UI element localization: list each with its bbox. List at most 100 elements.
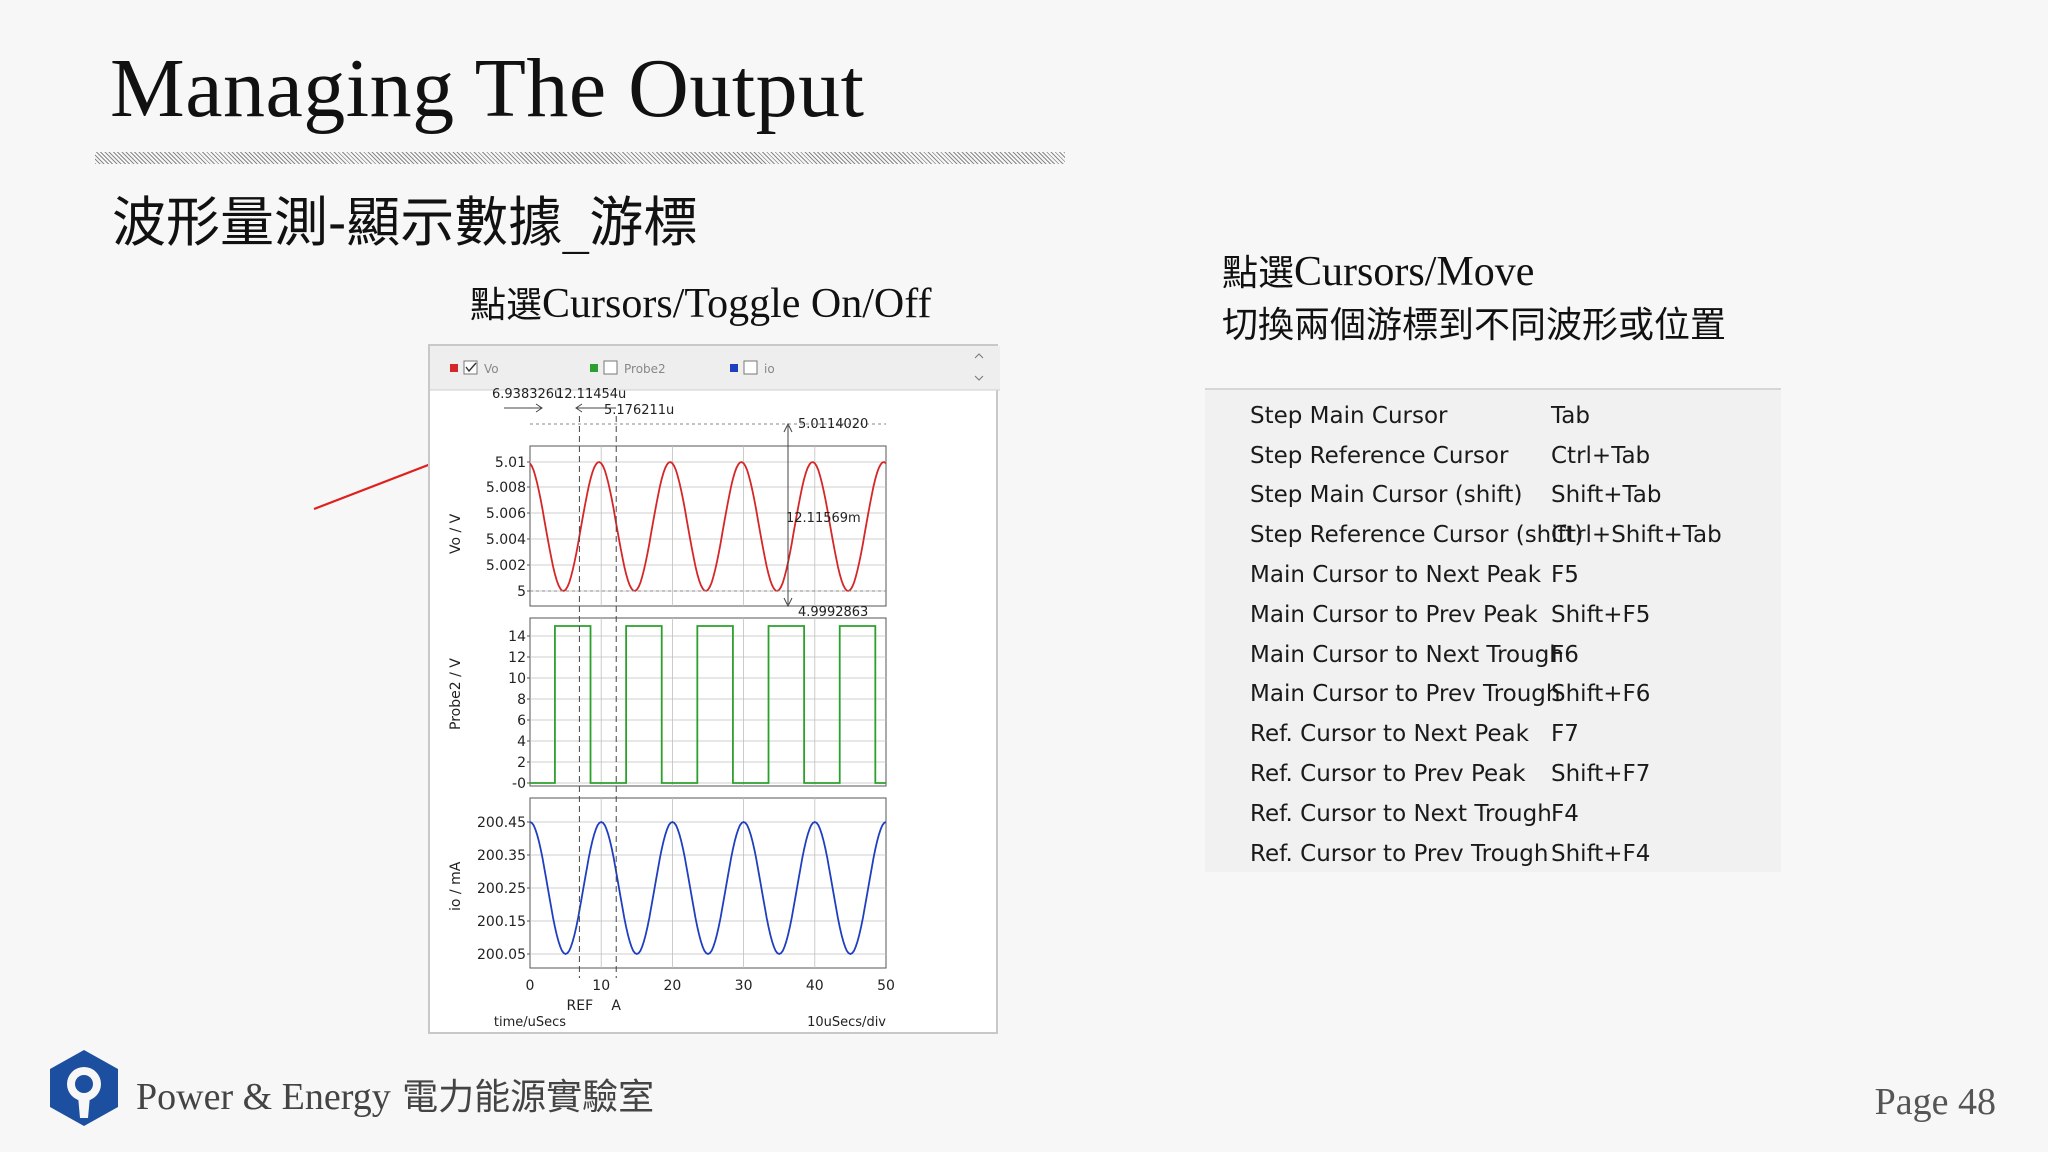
shortcut-row[interactable]: Ref. Cursor to Prev Trough Shift+F4 <box>1205 834 1781 874</box>
x-tick-label: 50 <box>877 978 895 994</box>
title-divider <box>95 152 1065 164</box>
caption-toggle: 點選Cursors/Toggle On/Off <box>470 276 931 328</box>
legend-swatch <box>730 364 738 372</box>
legend-swatch <box>450 364 458 372</box>
probe2-tick-label: 2 <box>517 755 526 771</box>
cursor-delta-y-readout: 12.11569m <box>786 511 861 526</box>
x-tick-label: 20 <box>663 978 681 994</box>
probe2-frame <box>529 617 887 787</box>
legend-label: Probe2 <box>624 362 666 376</box>
io-tick-label: 200.45 <box>477 815 526 831</box>
vo-tick-label: 5.01 <box>495 455 526 471</box>
caption-toggle-latin: Cursors/Toggle On/Off <box>542 281 932 327</box>
shortcut-key: F5 <box>1551 562 1579 589</box>
shortcut-key: Shift+Tab <box>1551 482 1662 509</box>
shortcut-key: F4 <box>1551 800 1579 827</box>
shortcut-action: Main Cursor to Next Peak <box>1250 562 1542 589</box>
caption-move-line2: 切換兩個游標到不同波形或位置 <box>1222 305 1727 346</box>
vo-tick-label: 5.006 <box>486 506 526 522</box>
probe2-waveform <box>530 625 886 784</box>
shortcut-action: Main Cursor to Next Trough <box>1250 641 1564 668</box>
shortcut-action: Main Cursor to Prev Trough <box>1250 681 1561 708</box>
legend-checkbox <box>603 360 618 375</box>
shortcut-row[interactable]: Step Reference Cursor Ctrl+Tab <box>1205 436 1781 476</box>
legend-checkbox <box>743 360 758 375</box>
waveform-plot: Vo Probe2 io 5.01 5.008 5.006 5.004 5.002 5 Vo / … <box>428 344 1000 1034</box>
shortcut-row[interactable]: Main Cursor to Prev Peak Shift+F5 <box>1205 595 1781 635</box>
lab-logo-icon <box>50 1050 118 1126</box>
shortcut-key: Shift+F7 <box>1551 761 1651 788</box>
x-tick-label: 10 <box>592 978 610 994</box>
vo-tick-label: 5.004 <box>486 532 526 548</box>
x-axis-label: time/uSecs <box>494 1015 566 1030</box>
shortcut-action: Step Reference Cursor <box>1250 442 1509 469</box>
vo-tick-label: 5.008 <box>486 480 526 496</box>
vo-tick-label: 5.002 <box>486 558 526 574</box>
slide-title: Managing The Output <box>110 42 865 135</box>
probe2-tick-label: 8 <box>517 692 526 708</box>
shortcut-table: Step Main Cursor Tab Step Reference Cursor… <box>1205 388 1781 872</box>
shortcut-action: Step Main Cursor <box>1250 402 1448 429</box>
page-number: Page 48 <box>1874 1081 1996 1123</box>
shortcut-action: Ref. Cursor to Prev Peak <box>1250 761 1526 788</box>
io-axis-label: io / mA <box>448 861 464 911</box>
probe2-tick-label: 12 <box>508 650 526 666</box>
shortcut-key: Tab <box>1551 402 1590 429</box>
shortcut-key: Ctrl+Tab <box>1551 442 1651 469</box>
shortcut-key: F7 <box>1551 721 1579 748</box>
shortcut-key: Shift+F6 <box>1551 681 1651 708</box>
shortcut-action: Ref. Cursor to Next Peak <box>1250 721 1529 748</box>
vo-axis-label: Vo / V <box>448 513 464 554</box>
x-tick-label: 40 <box>806 978 824 994</box>
caption-move-cjk: 點選 <box>1222 253 1295 294</box>
shortcut-row[interactable]: Step Main Cursor Tab <box>1205 396 1781 436</box>
caption-move-line1: 點選Cursors/Move <box>1222 246 1726 300</box>
probe2-axis-label: Probe2 / V <box>448 658 464 730</box>
shortcut-row[interactable]: Main Cursor to Prev Trough Shift+F6 <box>1205 675 1781 715</box>
caption-move-latin: Cursors/Move <box>1294 249 1535 295</box>
shortcut-action: Main Cursor to Prev Peak <box>1250 601 1538 628</box>
shortcut-key: Shift+F5 <box>1551 601 1651 628</box>
shortcut-key: Shift+F4 <box>1551 840 1651 867</box>
footer-cjk: 電力能源實驗室 <box>402 1077 655 1118</box>
shortcut-row[interactable]: Ref. Cursor to Prev Peak Shift+F7 <box>1205 754 1781 794</box>
x-ref-label: REF <box>567 998 594 1014</box>
vo-waveform <box>529 461 887 592</box>
shortcut-row[interactable]: Main Cursor to Next Trough F6 <box>1205 635 1781 675</box>
legend-label: io <box>764 362 775 376</box>
io-tick-label: 200.25 <box>477 881 526 897</box>
legend-bar <box>430 346 1000 390</box>
io-tick-label: 200.15 <box>477 914 526 930</box>
probe2-tick-label: -0 <box>512 776 526 792</box>
caption-move: 點選Cursors/Move 切換兩個游標到不同波形或位置 <box>1222 246 1726 352</box>
shortcut-row[interactable]: Step Main Cursor (shift) Shift+Tab <box>1205 476 1781 516</box>
shortcut-key: Ctrl+Shift+Tab <box>1551 522 1722 549</box>
shortcut-action: Ref. Cursor to Next Trough <box>1250 800 1552 827</box>
probe2-tick-label: 6 <box>517 713 526 729</box>
io-tick-label: 200.35 <box>477 848 526 864</box>
shortcut-action: Ref. Cursor to Prev Trough <box>1250 840 1549 867</box>
waveform-svg: Vo Probe2 io 5.01 5.008 5.006 5.004 5.002 5 Vo / … <box>430 346 1000 1030</box>
io-tick-label: 200.05 <box>477 947 526 963</box>
cursor-main-readout: 6.938326u <box>492 387 562 402</box>
shortcut-row[interactable]: Ref. Cursor to Next Peak F7 <box>1205 714 1781 754</box>
probe2-tick-label: 10 <box>508 671 526 687</box>
shortcut-row[interactable]: Step Reference Cursor (shift) Ctrl+Shift+… <box>1205 515 1781 555</box>
shortcut-row[interactable]: Ref. Cursor to Next Trough F4 <box>1205 794 1781 834</box>
footer-latin: Power & Energy <box>136 1076 391 1118</box>
vo-tick-label: 5 <box>517 584 526 600</box>
shortcut-key: F6 <box>1551 641 1579 668</box>
vo-frame <box>529 445 887 607</box>
shortcut-row[interactable]: Main Cursor to Next Peak F5 <box>1205 555 1781 595</box>
probe2-tick-label: 4 <box>517 734 526 750</box>
x-tick-label: 30 <box>735 978 753 994</box>
slide-subtitle: 波形量測-顯示數據_游標 <box>112 191 698 254</box>
x-div-label: 10uSecs/div <box>807 1015 886 1030</box>
cursor-ref-readout: 12.11454u <box>556 387 626 402</box>
legend-label: Vo <box>484 362 499 376</box>
cursor-top-value: 5.0114020 <box>798 417 868 432</box>
cursor-bottom-value: 4.9992863 <box>798 605 868 620</box>
legend-swatch <box>590 364 598 372</box>
probe2-tick-label: 14 <box>508 629 526 645</box>
shortcut-action: Step Main Cursor (shift) <box>1250 482 1523 509</box>
